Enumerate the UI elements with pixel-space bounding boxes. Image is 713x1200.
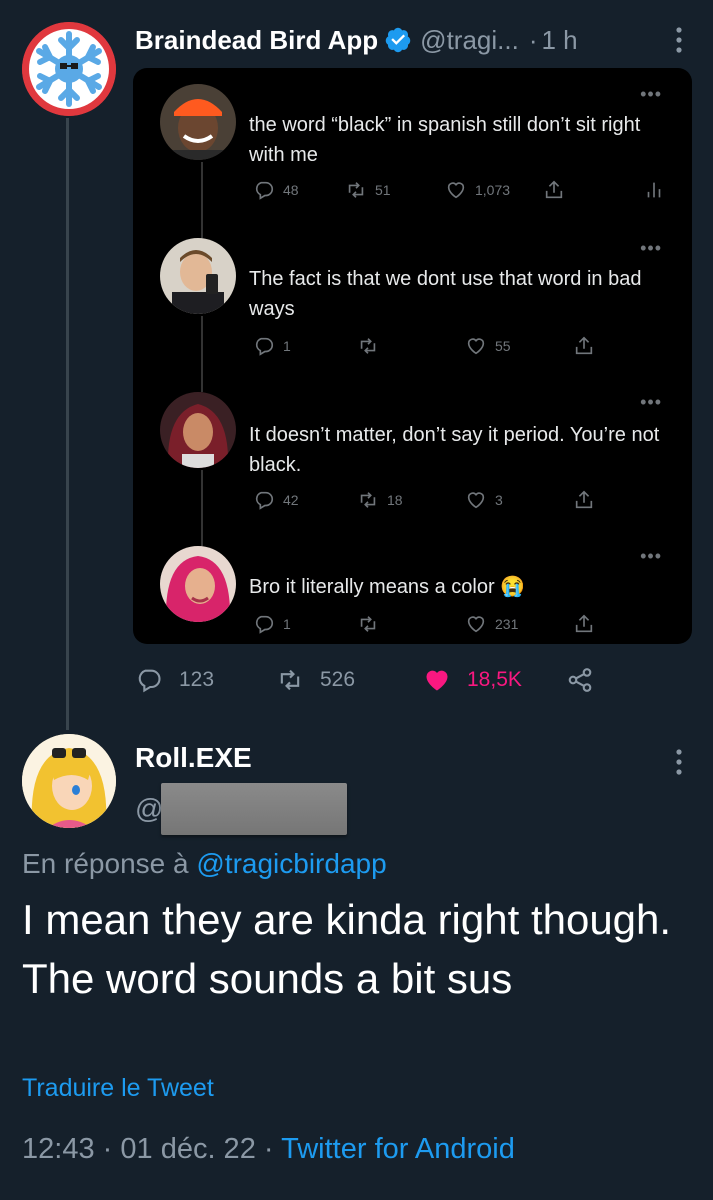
reply-display-name[interactable]: Roll.EXE <box>135 742 252 774</box>
snowflake-bird-logo <box>22 22 116 116</box>
embed-reply: 48 <box>253 178 299 202</box>
reply-count: 123 <box>179 668 215 691</box>
retweet-icon <box>280 669 300 691</box>
share-icon <box>545 180 563 199</box>
retweet-icon <box>360 338 376 354</box>
reply-handle-prefix: @ <box>135 793 164 824</box>
embed-action-bar: 48 51 1,073 <box>249 178 679 202</box>
reply-icon <box>255 181 274 200</box>
share-button[interactable] <box>566 664 610 696</box>
retweet-icon <box>348 182 364 198</box>
share-icon <box>568 668 592 692</box>
analytics-icon <box>647 182 661 198</box>
retweet-count: 526 <box>320 668 356 691</box>
embed-like: 55 <box>465 334 511 358</box>
heart-icon <box>447 182 465 199</box>
reply-button[interactable]: 123 <box>135 664 214 696</box>
embed-reply: 42 <box>253 488 299 512</box>
embed-share <box>573 488 603 512</box>
embed-tweet-text: The fact is that we dont use that word i… <box>249 268 642 320</box>
reply-icon <box>255 337 274 356</box>
separator-dot: · <box>263 1133 274 1165</box>
retweet-icon <box>360 616 376 632</box>
embed-retweet: 51 <box>345 178 391 202</box>
embed-action-bar: 42 18 3 <box>249 488 679 512</box>
redacted-handle-box <box>161 783 347 835</box>
reply-icon <box>255 491 274 510</box>
parent-header: Braindead Bird App @tragi... · 1 h <box>135 20 578 60</box>
embed-more-icon: ••• <box>640 238 662 258</box>
anime-avatar-image <box>22 734 116 828</box>
heart-icon <box>467 492 485 509</box>
embed-retweet <box>357 612 387 636</box>
heart-icon <box>426 670 448 691</box>
retweet-button[interactable]: 526 <box>276 664 355 696</box>
parent-timestamp[interactable]: 1 h <box>542 25 578 56</box>
embed-more-icon: ••• <box>640 84 662 104</box>
thread-connector-line <box>66 118 69 730</box>
reply-tweet-text: I mean they are kinda right though. The … <box>22 896 672 1002</box>
embed-more-icon: ••• <box>640 392 662 412</box>
parent-display-name[interactable]: Braindead Bird App <box>135 25 378 56</box>
more-vertical-icon[interactable] <box>664 22 694 58</box>
embed-reply: 1 <box>253 334 291 358</box>
embed-retweet <box>357 334 387 358</box>
heart-icon <box>467 338 485 355</box>
embed-tweet-text: Bro it literally means a color 😭 <box>249 576 526 598</box>
tweet-time[interactable]: 12:43 <box>22 1133 95 1165</box>
reply-icon <box>255 615 274 634</box>
embed-thread-connector <box>201 470 203 546</box>
embed-reply: 1 <box>253 612 291 636</box>
tweet-client-link[interactable]: Twitter for Android <box>281 1133 515 1165</box>
share-icon <box>575 614 593 633</box>
more-vertical-icon[interactable] <box>664 744 694 780</box>
embed-action-bar: 1 231 <box>249 612 679 636</box>
embed-more-icon: ••• <box>640 546 662 566</box>
embed-thread-connector <box>201 162 203 238</box>
reply-avatar[interactable] <box>22 734 116 828</box>
reply-handle[interactable]: @ <box>135 783 347 835</box>
separator-dot: · <box>528 24 538 55</box>
tweet-date[interactable]: 01 déc. 22 <box>120 1133 255 1165</box>
like-button[interactable]: 18,5K <box>423 664 522 696</box>
embed-avatar <box>160 84 236 160</box>
embed-thread-connector <box>201 316 203 392</box>
in-reply-to: En réponse à @tragicbirdapp <box>22 848 387 880</box>
embed-avatar <box>160 546 236 622</box>
embed-like: 3 <box>465 488 503 512</box>
embed-retweet: 18 <box>357 488 403 512</box>
embed-avatar <box>160 392 236 468</box>
embed-analytics <box>643 178 673 202</box>
share-icon <box>575 490 593 509</box>
verified-badge-icon <box>385 27 411 53</box>
embed-tweet-text: It doesn’t matter, don’t say it period. … <box>249 424 660 476</box>
embed-avatar <box>160 238 236 314</box>
reply-icon <box>138 669 161 693</box>
parent-avatar[interactable] <box>22 22 116 116</box>
embed-action-bar: 1 55 <box>249 334 679 358</box>
share-icon <box>575 336 593 355</box>
separator-dot: · <box>102 1133 113 1165</box>
retweet-icon <box>360 492 376 508</box>
embed-share <box>573 612 603 636</box>
parent-handle[interactable]: @tragi... <box>420 25 519 56</box>
embedded-thread-image[interactable]: ••• the word “black” in spanish still do… <box>133 68 692 644</box>
embed-like: 1,073 <box>445 178 510 202</box>
embed-like: 231 <box>465 612 518 636</box>
in-reply-to-handle-link[interactable]: @tragicbirdapp <box>196 848 386 879</box>
embed-tweet-text: the word “black” in spanish still don’t … <box>249 114 641 166</box>
embed-share <box>543 178 573 202</box>
heart-icon <box>467 616 485 633</box>
in-reply-to-label: En réponse à <box>22 848 189 879</box>
translate-tweet-link[interactable]: Traduire le Tweet <box>22 1074 214 1103</box>
embed-share <box>573 334 603 358</box>
tweet-meta: 12:43 · 01 déc. 22 · Twitter for Android <box>22 1133 515 1166</box>
like-count: 18,5K <box>467 668 522 691</box>
